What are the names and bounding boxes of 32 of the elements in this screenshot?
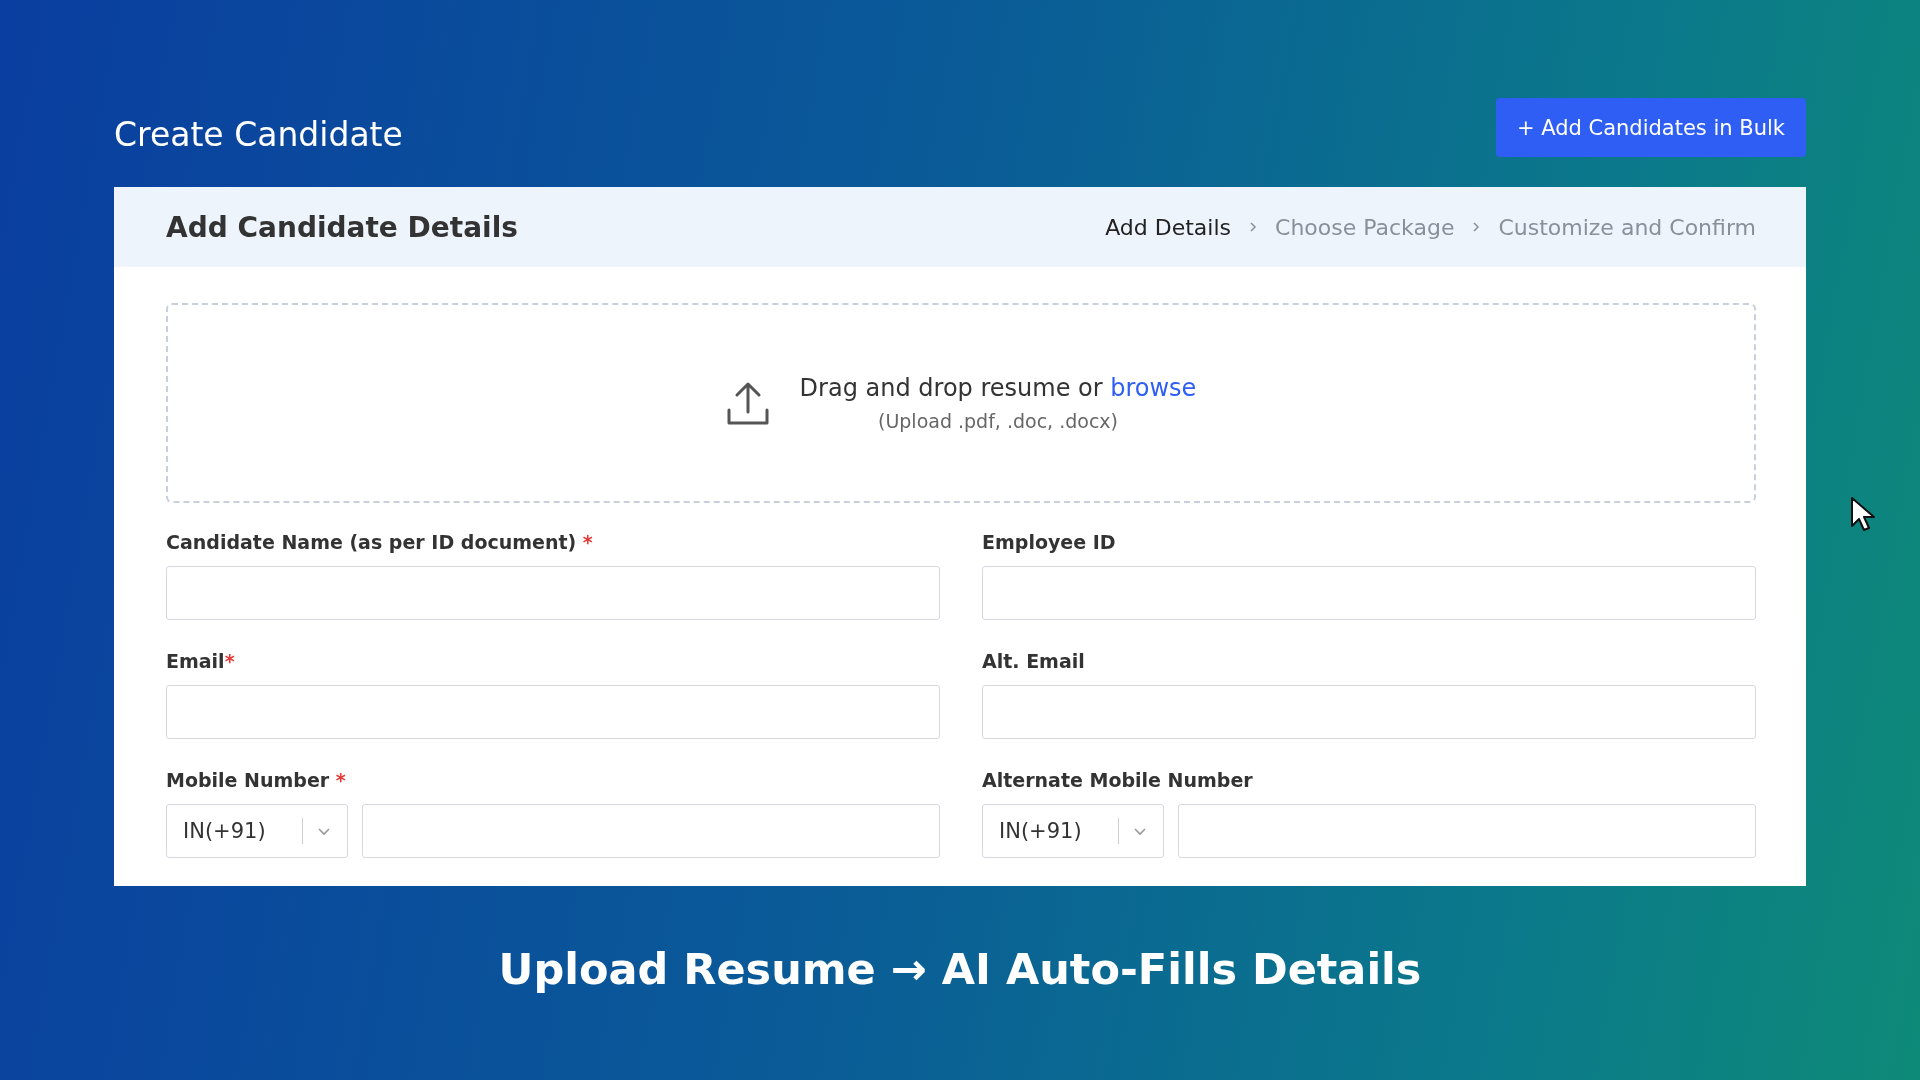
phone-number-field[interactable] (362, 804, 940, 858)
card-title: Add Candidate Details (166, 210, 518, 244)
country-code-select[interactable]: IN(+91) (166, 804, 348, 858)
field-label: Email (166, 650, 225, 672)
text-field[interactable] (166, 566, 940, 620)
required-mark: * (581, 531, 593, 553)
file-type-hint: (Upload .pdf, .doc, .docx) (877, 410, 1118, 432)
page-title: Create Candidate (114, 115, 403, 154)
resume-dropzone[interactable]: Drag and drop resume or browse (Upload .pdf, .doc, .docx) (166, 303, 1756, 503)
dropzone-text: Drag and drop resume or (799, 374, 1103, 402)
field-label: Employee ID (982, 531, 1116, 553)
phone-number-field[interactable] (1178, 804, 1756, 858)
text-field[interactable] (166, 685, 940, 739)
country-code-select[interactable]: IN(+91) (982, 804, 1164, 858)
upload-icon (725, 380, 770, 426)
text-field[interactable] (982, 685, 1756, 739)
field-label: Mobile Number (166, 769, 330, 791)
field-label: Alt. Email (982, 650, 1085, 672)
field-label: Candidate Name (as per ID document) (166, 531, 577, 553)
chevron-right-icon (1472, 221, 1481, 233)
caption-text: Upload Resume → AI Auto-Fills Details (497, 944, 1423, 994)
required-mark: * (334, 769, 346, 791)
required-mark: * (224, 650, 235, 672)
browse-link[interactable]: browse (1110, 374, 1197, 402)
text-field[interactable] (982, 566, 1756, 620)
chevron-down-icon (1133, 826, 1147, 836)
mouse-pointer-icon (1850, 496, 1876, 532)
field-label: Alternate Mobile Number (982, 769, 1253, 791)
chevron-right-icon (1249, 221, 1257, 233)
add-bulk-button[interactable]: + Add Candidates in Bulk (1495, 98, 1806, 157)
chevron-down-icon (317, 826, 331, 836)
step-label[interactable]: Add Details (1105, 214, 1231, 240)
